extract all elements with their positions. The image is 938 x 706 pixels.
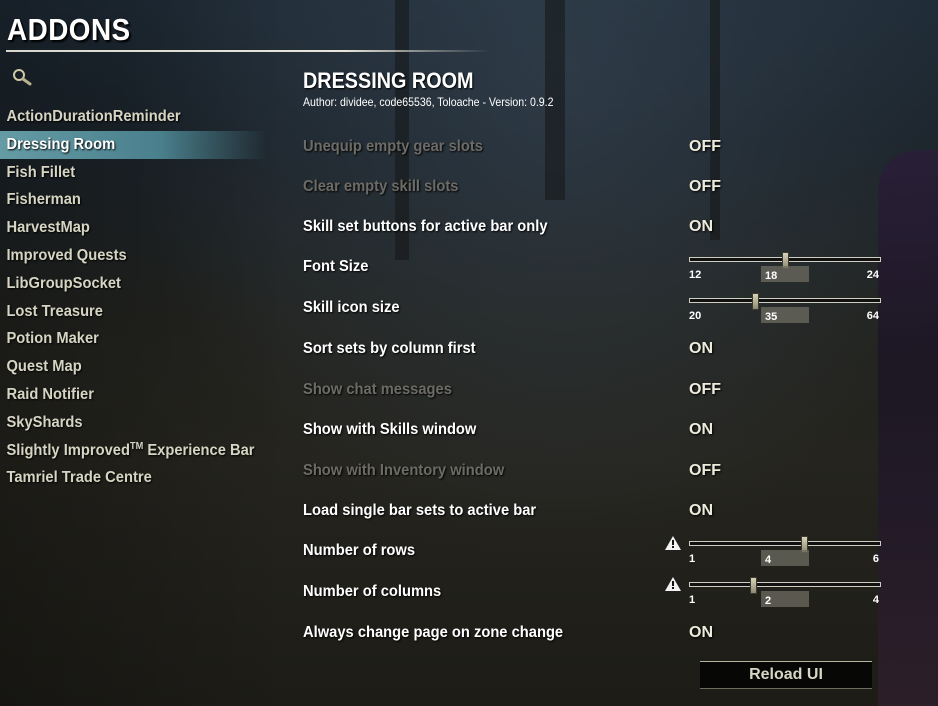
- sidebar-item-addon[interactable]: Dressing Room: [0, 130, 267, 159]
- setting-row: Font Size 12 24 18: [303, 252, 893, 282]
- setting-label: Unequip empty gear slots: [303, 138, 483, 155]
- setting-label: Skill icon size: [303, 299, 400, 316]
- sidebar-item-label: Raid Notifier: [6, 385, 94, 403]
- slider-min-label: 20: [689, 310, 702, 322]
- sidebar-item-addon[interactable]: SkyShards: [0, 409, 267, 437]
- setting-row: Show with Skills window ON: [303, 421, 893, 445]
- setting-row: Show chat messages OFF: [303, 381, 893, 405]
- setting-label: Always change page on zone change: [303, 624, 564, 641]
- setting-slider[interactable]: 1 4 2: [689, 577, 883, 607]
- slider-track[interactable]: [689, 582, 881, 587]
- setting-label: Show with Skills window: [303, 421, 477, 438]
- slider-value-input[interactable]: 4: [761, 550, 809, 566]
- background-tree: [710, 0, 720, 240]
- slider-max-label: 64: [866, 310, 879, 322]
- slider-value-input[interactable]: 18: [761, 266, 809, 282]
- sidebar-item-addon[interactable]: Potion Maker: [0, 325, 267, 353]
- setting-slider[interactable]: 20 64 35: [689, 293, 883, 323]
- setting-label: Show chat messages: [303, 381, 452, 398]
- sidebar-item-label: ActionDurationReminder: [6, 108, 181, 125]
- addon-author-version: Author: dividee, code65536, Toloache - V…: [303, 95, 554, 109]
- sidebar-item-label: Improved Quests: [6, 246, 127, 264]
- slider-thumb[interactable]: [751, 293, 759, 310]
- setting-label: Font Size: [303, 258, 369, 275]
- setting-row: Skill icon size 20 64 35: [303, 293, 893, 323]
- sidebar-item-addon[interactable]: HarvestMap: [0, 214, 267, 242]
- setting-label: Sort sets by column first: [303, 340, 476, 357]
- sidebar-item-label: Slightly Improved: [6, 441, 130, 459]
- page-title: ADDONS: [7, 12, 131, 47]
- warning-icon: [665, 536, 681, 550]
- reload-ui-button[interactable]: Reload UI: [700, 661, 872, 689]
- setting-label: Number of rows: [303, 542, 416, 559]
- slider-track[interactable]: [689, 541, 881, 546]
- setting-label: Load single bar sets to active bar: [303, 502, 537, 519]
- title-divider: [6, 50, 490, 52]
- sidebar-item-label: Lost Treasure: [6, 302, 103, 320]
- setting-slider[interactable]: 12 24 18: [689, 252, 883, 282]
- sidebar-item-label: Fish Fillet: [6, 163, 76, 181]
- setting-toggle[interactable]: ON: [689, 624, 713, 642]
- setting-row: Always change page on zone change ON: [303, 624, 893, 648]
- slider-value-input[interactable]: 35: [761, 307, 809, 323]
- sidebar-item-label: Fisherman: [6, 191, 81, 209]
- sidebar-item-addon[interactable]: Fish Fillet: [0, 159, 267, 187]
- setting-label: Show with Inventory window: [303, 462, 505, 479]
- warning-icon: [665, 577, 681, 591]
- sidebar-item-label: LibGroupSocket: [6, 274, 121, 292]
- search-icon[interactable]: [12, 68, 32, 86]
- addon-title: DRESSING ROOM: [303, 68, 474, 93]
- sidebar-item-addon[interactable]: LibGroupSocket: [0, 270, 267, 298]
- sidebar-item-label: SkyShards: [6, 413, 83, 431]
- sidebar-item-addon[interactable]: Improved Quests: [0, 242, 267, 270]
- slider-max-label: 4: [872, 594, 879, 606]
- setting-toggle[interactable]: ON: [689, 218, 713, 236]
- sidebar-item-addon[interactable]: Tamriel Trade Centre: [0, 464, 267, 492]
- setting-row: Unequip empty gear slots OFF: [303, 138, 893, 162]
- slider-max-label: 24: [866, 269, 879, 281]
- setting-toggle[interactable]: OFF: [689, 138, 721, 156]
- sidebar-item-addon[interactable]: Raid Notifier: [0, 381, 267, 409]
- slider-max-label: 6: [872, 553, 879, 565]
- setting-row: Number of columns 1 4 2: [303, 577, 893, 607]
- slider-track[interactable]: [689, 298, 881, 303]
- setting-row: Skill set buttons for active bar only ON: [303, 218, 893, 242]
- slider-min-label: 1: [689, 553, 696, 565]
- setting-row: Load single bar sets to active bar ON: [303, 502, 893, 526]
- sidebar-item-addon[interactable]: Lost Treasure: [0, 298, 267, 326]
- setting-toggle[interactable]: OFF: [689, 462, 721, 480]
- sidebar-item-label: Quest Map: [6, 358, 82, 376]
- setting-toggle[interactable]: ON: [689, 340, 713, 358]
- setting-row: Clear empty skill slots OFF: [303, 178, 893, 202]
- sidebar-item-addon[interactable]: Quest Map: [0, 353, 267, 381]
- setting-row: Number of rows 1 6 4: [303, 536, 893, 566]
- setting-row: Show with Inventory window OFF: [303, 462, 893, 486]
- setting-row: Sort sets by column first ON: [303, 340, 893, 364]
- setting-slider[interactable]: 1 6 4: [689, 536, 883, 566]
- sidebar-item-addon[interactable]: Slightly ImprovedTM Experience Bar: [0, 437, 267, 465]
- slider-value-input[interactable]: 2: [761, 591, 809, 607]
- slider-thumb[interactable]: [750, 577, 758, 594]
- setting-toggle[interactable]: OFF: [689, 381, 721, 399]
- setting-label: Skill set buttons for active bar only: [303, 218, 548, 235]
- sidebar-item-label: Dressing Room: [6, 135, 116, 153]
- sidebar-item-label: Potion Maker: [6, 330, 99, 348]
- sidebar-item-addon[interactable]: Fisherman: [0, 186, 267, 214]
- slider-min-label: 12: [689, 269, 702, 281]
- addon-settings-header: DRESSING ROOM Author: dividee, code65536…: [303, 68, 893, 109]
- setting-toggle[interactable]: OFF: [689, 178, 721, 196]
- setting-label: Clear empty skill slots: [303, 178, 459, 195]
- setting-label: Number of columns: [303, 583, 442, 600]
- slider-min-label: 1: [689, 594, 696, 606]
- trademark-mark: TM: [129, 440, 144, 452]
- sidebar-item-label-suffix: Experience Bar: [143, 441, 255, 459]
- addon-list: ActionDurationReminder Dressing Room Fish …: [0, 103, 290, 492]
- sidebar-item-addon[interactable]: ActionDurationReminder: [0, 103, 267, 131]
- setting-toggle[interactable]: ON: [689, 421, 713, 439]
- setting-toggle[interactable]: ON: [689, 502, 713, 520]
- sidebar-item-label: Tamriel Trade Centre: [6, 469, 152, 487]
- sidebar-item-label: HarvestMap: [6, 219, 90, 237]
